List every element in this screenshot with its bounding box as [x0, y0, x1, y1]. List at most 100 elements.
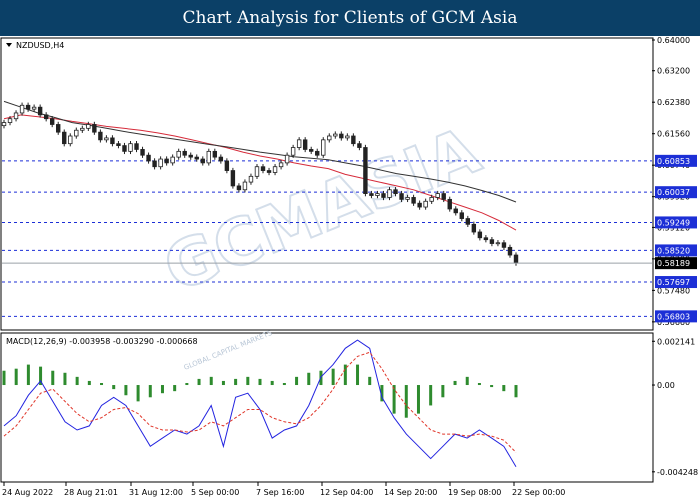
time-tick-label: 14 Sep 20:00: [384, 488, 437, 497]
candle-body: [224, 160, 230, 171]
macd-tick-label: 0.002141: [657, 337, 695, 346]
candle-body: [86, 124, 91, 129]
candle-body: [200, 158, 205, 164]
candle-body: [62, 131, 67, 145]
macd-panel-frame: [0, 332, 654, 483]
level-label: 0.60853: [657, 157, 690, 166]
banner-title: Chart Analysis for Clients of GCM Asia: [182, 8, 518, 28]
candle-body: [417, 202, 422, 208]
candle-body: [393, 189, 398, 194]
candle-body: [278, 162, 284, 168]
candle-body: [25, 104, 31, 110]
candle-body: [375, 193, 380, 196]
candle-body: [194, 156, 199, 160]
candle-body: [302, 139, 308, 150]
macd-axis: 0.002141 0.00 -0.004248: [652, 337, 698, 477]
candle-body: [339, 133, 344, 139]
candle-body: [43, 114, 49, 120]
time-tick-label: 12 Sep 04:00: [320, 488, 373, 497]
candle-body: [188, 154, 193, 158]
candle-body: [369, 193, 374, 196]
candle-body: [98, 131, 103, 141]
candle-body: [37, 106, 43, 116]
price-tick-label: 0.64000: [657, 36, 690, 45]
candle-body: [423, 200, 428, 208]
candle-body: [266, 170, 272, 173]
price-tick-label: 0.61560: [657, 130, 690, 139]
candle-body: [296, 139, 302, 148]
candle-body: [357, 143, 362, 148]
candle-body: [236, 185, 242, 191]
candle-body: [206, 150, 211, 164]
candle-body: [447, 198, 452, 210]
candle-body: [387, 189, 392, 198]
candle-body: [92, 124, 97, 133]
candle-body: [513, 254, 519, 264]
candle-body: [7, 118, 13, 123]
level-label: 0.60037: [657, 188, 690, 197]
candle-body: [122, 145, 127, 152]
candle-body: [254, 166, 260, 177]
candle-body: [381, 193, 386, 198]
time-axis: 24 Aug 2022 28 Aug 21:01 31 Aug 12:00 5 Sep…: [2, 482, 565, 497]
candle-body: [13, 112, 19, 120]
candle-body: [128, 143, 133, 152]
macd-tick-label: 0.00: [657, 381, 675, 390]
candle-body: [501, 242, 507, 248]
candle-body: [435, 193, 440, 198]
candle-body: [441, 193, 446, 200]
candle-body: [290, 147, 296, 156]
candle-body: [363, 147, 368, 195]
time-tick-label: 5 Sep 00:00: [191, 488, 239, 497]
level-label: 0.59249: [657, 218, 690, 227]
candle-body: [170, 156, 175, 164]
current-price-label: 0.58189: [657, 259, 690, 268]
candle-body: [308, 149, 314, 152]
time-tick-label: 7 Sep 16:00: [256, 488, 304, 497]
macd-tick-label: -0.004248: [657, 468, 698, 477]
time-tick-label: 22 Sep 00:00: [512, 488, 565, 497]
symbol-label: NZDUSD,H4: [16, 41, 64, 50]
candle-body: [315, 150, 320, 156]
candle-body: [110, 137, 115, 145]
candle-body: [212, 150, 218, 158]
macd-label: MACD(12,26,9) -0.003958 -0.003290 -0.000…: [6, 337, 198, 346]
time-tick-label: 19 Sep 08:00: [448, 488, 501, 497]
candle-body: [411, 197, 416, 204]
candle-body: [68, 135, 73, 145]
candle-body: [248, 175, 254, 183]
candle-body: [483, 237, 489, 241]
candle-body: [164, 158, 169, 164]
candle-body: [260, 166, 266, 171]
chart-canvas: GCMASIA GLOBAL CAPITAL MARKETS NZDUSD,H4…: [0, 36, 698, 497]
candle-body: [489, 239, 495, 244]
candle-body: [1, 122, 7, 127]
candle-body: [218, 156, 224, 162]
candle-body: [477, 231, 483, 239]
candle-body: [405, 197, 410, 200]
candle-body: [56, 124, 61, 133]
level-label: 0.57697: [657, 278, 690, 287]
candle-body: [453, 208, 458, 214]
candle-body: [19, 104, 25, 114]
candle-body: [351, 135, 356, 145]
level-label: 0.58520: [657, 246, 690, 255]
time-tick-label: 28 Aug 21:01: [64, 488, 118, 497]
candle-body: [152, 160, 157, 168]
level-label: 0.56803: [657, 312, 690, 321]
candle-body: [176, 150, 181, 158]
candle-body: [471, 223, 477, 233]
candle-body: [116, 143, 121, 146]
candle-body: [134, 143, 139, 150]
candle-body: [49, 118, 55, 125]
candle-body: [182, 150, 187, 156]
candle-body: [104, 137, 109, 141]
price-tick-label: 0.62380: [657, 98, 690, 107]
candle-body: [333, 133, 338, 137]
candle-body: [429, 197, 434, 202]
candle-body: [399, 193, 404, 200]
candle-body: [158, 158, 163, 168]
candle-body: [345, 135, 350, 139]
price-tick-label: 0.63200: [657, 67, 690, 76]
candle-body: [140, 149, 145, 156]
